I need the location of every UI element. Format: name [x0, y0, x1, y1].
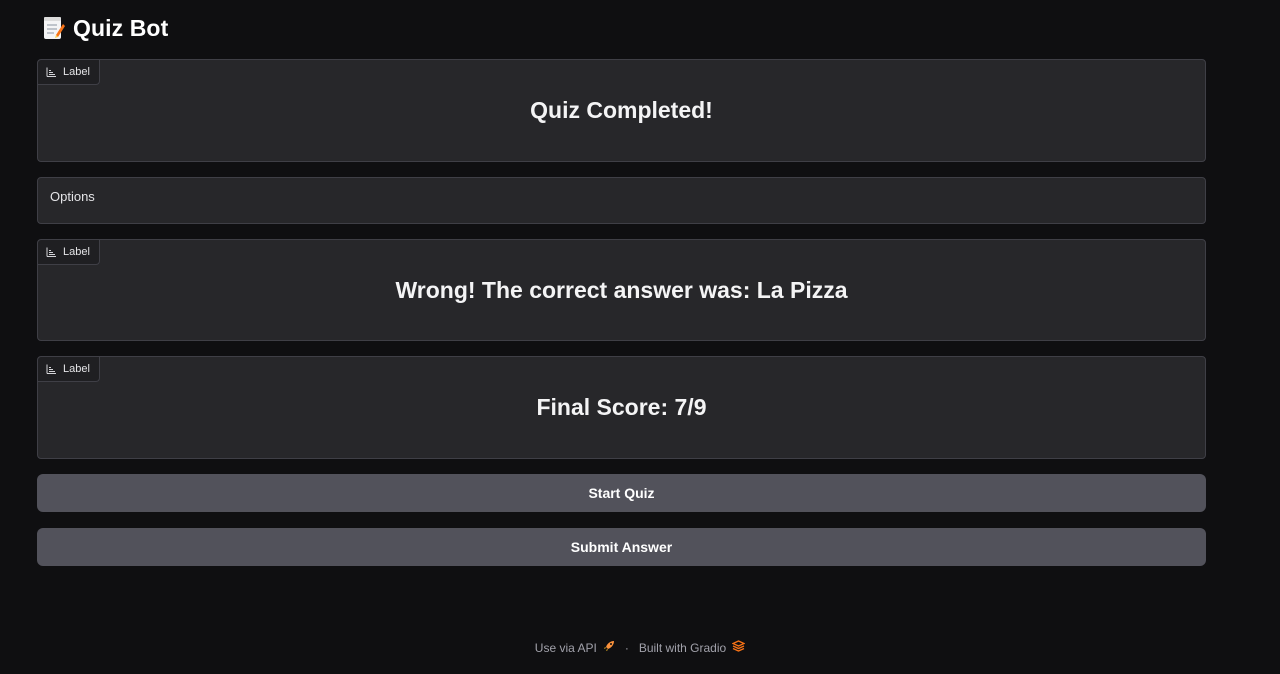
score-text: Final Score: 7/9	[536, 394, 707, 420]
question-text: Quiz Completed!	[530, 97, 713, 123]
feedback-label-block: Label Wrong! The correct answer was: La …	[37, 239, 1206, 341]
footer: Use via API · Built with Gradio	[0, 640, 1280, 655]
use-via-api-link[interactable]: Use via API	[535, 640, 615, 655]
app-root: Quiz Bot Label Quiz Completed! Options L…	[0, 0, 1280, 674]
built-with-gradio-link[interactable]: Built with Gradio	[638, 640, 746, 655]
question-label-block: Label Quiz Completed!	[37, 59, 1206, 162]
page-title: Quiz Bot	[73, 14, 169, 41]
label-chip: Label	[38, 240, 100, 265]
feedback-text: Wrong! The correct answer was: La Pizza	[395, 277, 848, 303]
label-icon	[46, 67, 56, 77]
start-quiz-button[interactable]: Start Quiz	[37, 474, 1206, 512]
label-chip: Label	[38, 60, 100, 85]
label-chip-text: Label	[63, 66, 90, 78]
score-label-block: Label Final Score: 7/9	[37, 356, 1206, 459]
options-block[interactable]: Options	[37, 177, 1206, 224]
footer-separator: ·	[624, 640, 629, 655]
label-chip-text: Label	[63, 246, 90, 258]
rocket-icon	[603, 640, 615, 655]
gradio-logo-icon	[731, 640, 746, 655]
built-with-text: Built with Gradio	[638, 640, 727, 655]
options-label: Options	[50, 189, 95, 204]
label-icon	[46, 364, 56, 374]
api-link-text: Use via API	[534, 640, 597, 655]
app-header: Quiz Bot	[43, 14, 168, 42]
label-icon	[46, 247, 56, 257]
label-chip: Label	[38, 357, 100, 382]
submit-answer-button[interactable]: Submit Answer	[37, 528, 1206, 566]
label-chip-text: Label	[63, 363, 90, 375]
memo-icon	[43, 15, 65, 41]
